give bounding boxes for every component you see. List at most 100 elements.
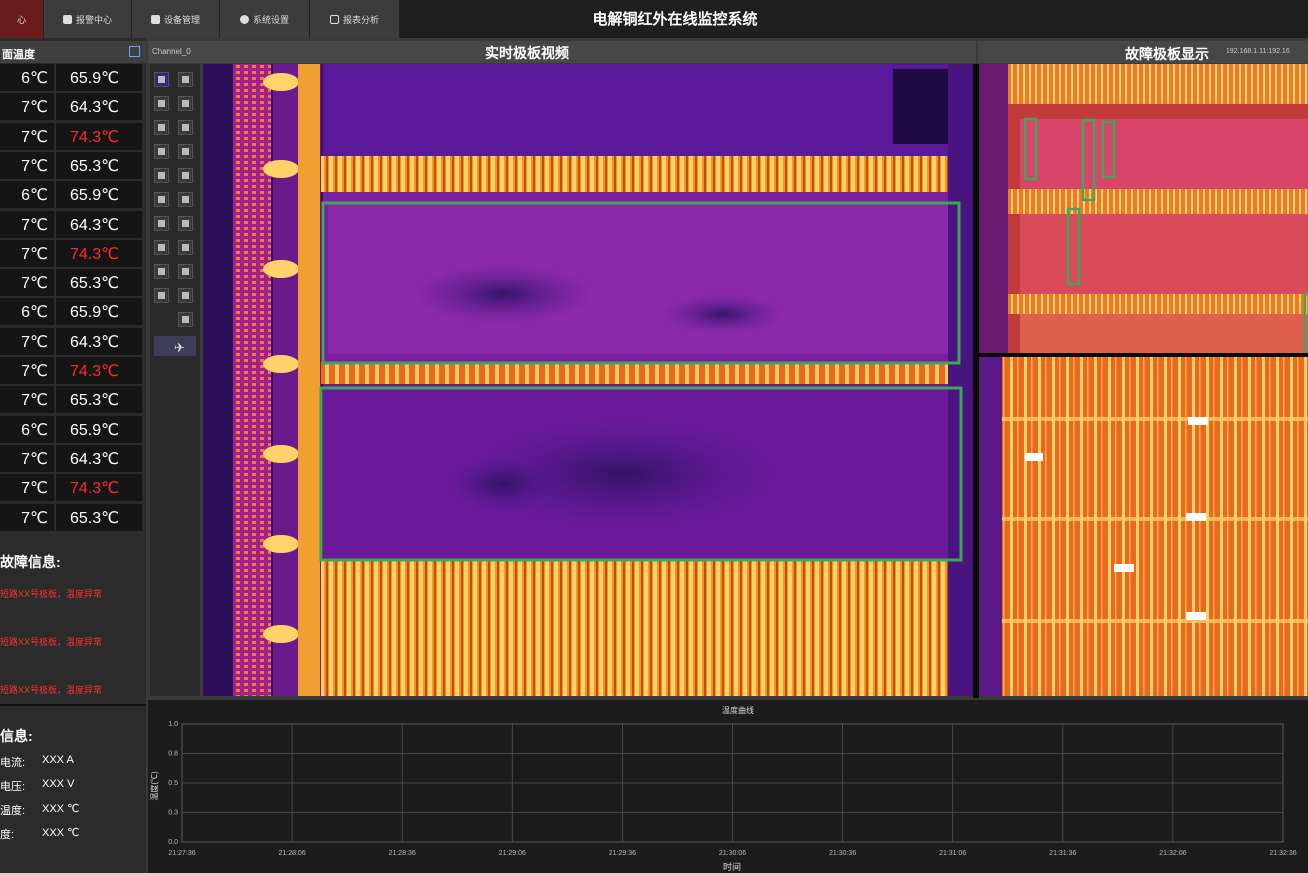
fault-info-title: 故障信息: xyxy=(0,554,61,570)
chart-x-tick-label: 21:29:36 xyxy=(609,850,636,857)
video-panel-header: Channel_0 实时极板视频 xyxy=(148,41,976,63)
line-tool-icon[interactable] xyxy=(178,96,193,111)
temperature-value: 65.9℃ xyxy=(70,70,120,87)
pin-icon: ✈ xyxy=(174,340,185,355)
info-other-temperature: 度: XXX ℃ xyxy=(0,826,79,842)
info-value: XXX A xyxy=(42,754,74,766)
info-value: XXX ℃ xyxy=(42,827,80,839)
thermal-video-feed[interactable] xyxy=(203,64,973,696)
temperature-cell: 74.3℃ xyxy=(56,357,142,384)
info-label: 度: xyxy=(0,829,15,841)
temperature-value: 64.3℃ xyxy=(70,99,120,117)
temperature-cell: 7℃ xyxy=(0,357,54,384)
temperature-value: 7℃ xyxy=(21,128,48,146)
drawing-toolbar xyxy=(150,64,200,696)
temperature-row: 6℃ 65.9℃ xyxy=(0,64,146,91)
pointer-tool-icon[interactable] xyxy=(178,264,193,279)
tab-monitor-center[interactable]: 心 xyxy=(0,0,44,38)
temperature-row: 7℃ 64.3℃ xyxy=(0,327,146,355)
info-value: XXX V xyxy=(42,778,75,790)
temperature-row: 7℃ 64.3℃ xyxy=(0,93,146,121)
tab-label: 报表分析 xyxy=(342,14,379,25)
info-label: 电压: xyxy=(0,781,26,793)
fault-message: 短路XX号极板，温度异常 xyxy=(0,589,103,599)
fault-panel-title: 故障极板显示 xyxy=(1125,46,1209,62)
copy-tool-icon[interactable] xyxy=(178,144,193,159)
temperature-cell: 6℃ xyxy=(0,64,54,91)
temperature-row: 7℃ 74.3℃ xyxy=(0,474,146,502)
temperature-cell: 6℃ xyxy=(0,181,54,209)
settings-tool-icon[interactable] xyxy=(178,216,193,231)
rectangle-tool-icon[interactable] xyxy=(154,120,169,135)
temperature-cell: 7℃ xyxy=(0,503,54,531)
device-icon xyxy=(150,14,160,24)
temperature-value: 6℃ xyxy=(21,187,48,205)
channel-label: Channel_0 xyxy=(152,47,191,56)
pen-tool-icon[interactable] xyxy=(178,72,193,87)
temperature-cell: 7℃ xyxy=(0,386,54,414)
fault-panel-header: 故障极板显示 192.168.1.11:192.16 xyxy=(978,41,1308,63)
temperature-value: 65.9℃ xyxy=(70,421,120,439)
temperature-cell: 65.9℃ xyxy=(56,415,142,443)
info-label: 温度: xyxy=(0,805,26,817)
select-tool-icon[interactable] xyxy=(154,72,169,87)
tab-system-settings[interactable]: 系统设置 xyxy=(220,0,310,38)
temperature-value: 65.3℃ xyxy=(70,392,120,410)
chart-tool-icon[interactable] xyxy=(154,288,169,303)
chart-x-tick-label: 21:30:36 xyxy=(829,850,856,857)
temperature-value: 7℃ xyxy=(21,450,48,468)
move-tool-icon[interactable] xyxy=(154,96,169,111)
pin-button[interactable]: ✈ xyxy=(154,336,196,356)
panel-title: 面温度 xyxy=(2,49,35,61)
chart-y-tick-label: 0.0 xyxy=(168,839,178,846)
temperature-value: 6℃ xyxy=(21,70,48,87)
temperature-value: 7℃ xyxy=(21,480,48,498)
tab-report-analysis[interactable]: 报表分析 xyxy=(310,0,400,38)
chart-x-tick-label: 21:28:06 xyxy=(278,850,305,857)
chart-x-tick-label: 21:32:36 xyxy=(1269,850,1296,857)
tab-label: 报警中心 xyxy=(75,14,112,25)
fault-thermal-image-top[interactable] xyxy=(980,64,1308,354)
fault-thermal-image-bottom[interactable] xyxy=(980,357,1308,696)
temperature-cell: 74.3℃ xyxy=(56,239,142,267)
temperature-cell: 74.3℃ xyxy=(56,474,142,502)
globe-tool-icon[interactable] xyxy=(178,312,193,327)
temperature-value: 65.3℃ xyxy=(70,157,120,175)
tab-alarm-center[interactable]: 报警中心 xyxy=(44,0,132,38)
temperature-row: 7℃ 74.3℃ xyxy=(0,357,146,384)
info-value: XXX ℃ xyxy=(42,803,80,815)
polygon-tool-icon[interactable] xyxy=(154,144,169,159)
fill-tool-icon[interactable] xyxy=(154,168,169,183)
app-title: 电解铜红外在线监控系统 xyxy=(592,11,758,28)
temperature-cell: 7℃ xyxy=(0,210,54,238)
temperature-cell: 64.3℃ xyxy=(56,327,142,355)
chart-x-label: 时间 xyxy=(723,861,741,872)
temperature-panel-header: 面温度 xyxy=(0,41,146,63)
temperature-value: 6℃ xyxy=(21,421,48,439)
flip-tool-icon[interactable] xyxy=(154,240,169,255)
chart-x-tick-label: 21:31:06 xyxy=(939,850,966,857)
temperature-cell: 65.3℃ xyxy=(56,386,142,414)
edit-tool-icon[interactable] xyxy=(178,288,193,303)
tab-device-management[interactable]: 设备管理 xyxy=(132,0,220,38)
fit-tool-icon[interactable] xyxy=(154,216,169,231)
target-tool-icon[interactable] xyxy=(178,240,193,255)
temperature-row: 7℃ 64.3℃ xyxy=(0,444,146,472)
grid-tool-icon[interactable] xyxy=(154,264,169,279)
temperature-row: 7℃ 74.3℃ xyxy=(0,239,146,267)
zoom-out-tool-icon[interactable] xyxy=(178,192,193,207)
temperature-row: 7℃ 65.3℃ xyxy=(0,503,146,531)
ellipse-tool-icon[interactable] xyxy=(178,120,193,135)
chart-y-tick-label: 0.3 xyxy=(168,810,178,817)
temperature-value: 65.9℃ xyxy=(70,304,120,322)
temperature-value: 65.3℃ xyxy=(70,275,120,293)
temperature-cell: 65.9℃ xyxy=(56,298,142,326)
temperature-value: 64.3℃ xyxy=(70,450,120,468)
fault-message: 短路XX号极板，温度异常 xyxy=(0,685,103,695)
zoom-in-tool-icon[interactable] xyxy=(154,192,169,207)
chart-x-tick-label: 21:30:06 xyxy=(719,850,746,857)
temperature-value: 7℃ xyxy=(21,99,48,117)
chart-y-tick-label: 1.0 xyxy=(168,721,178,728)
palette-tool-icon[interactable] xyxy=(178,168,193,183)
edit-icon[interactable] xyxy=(129,46,140,57)
